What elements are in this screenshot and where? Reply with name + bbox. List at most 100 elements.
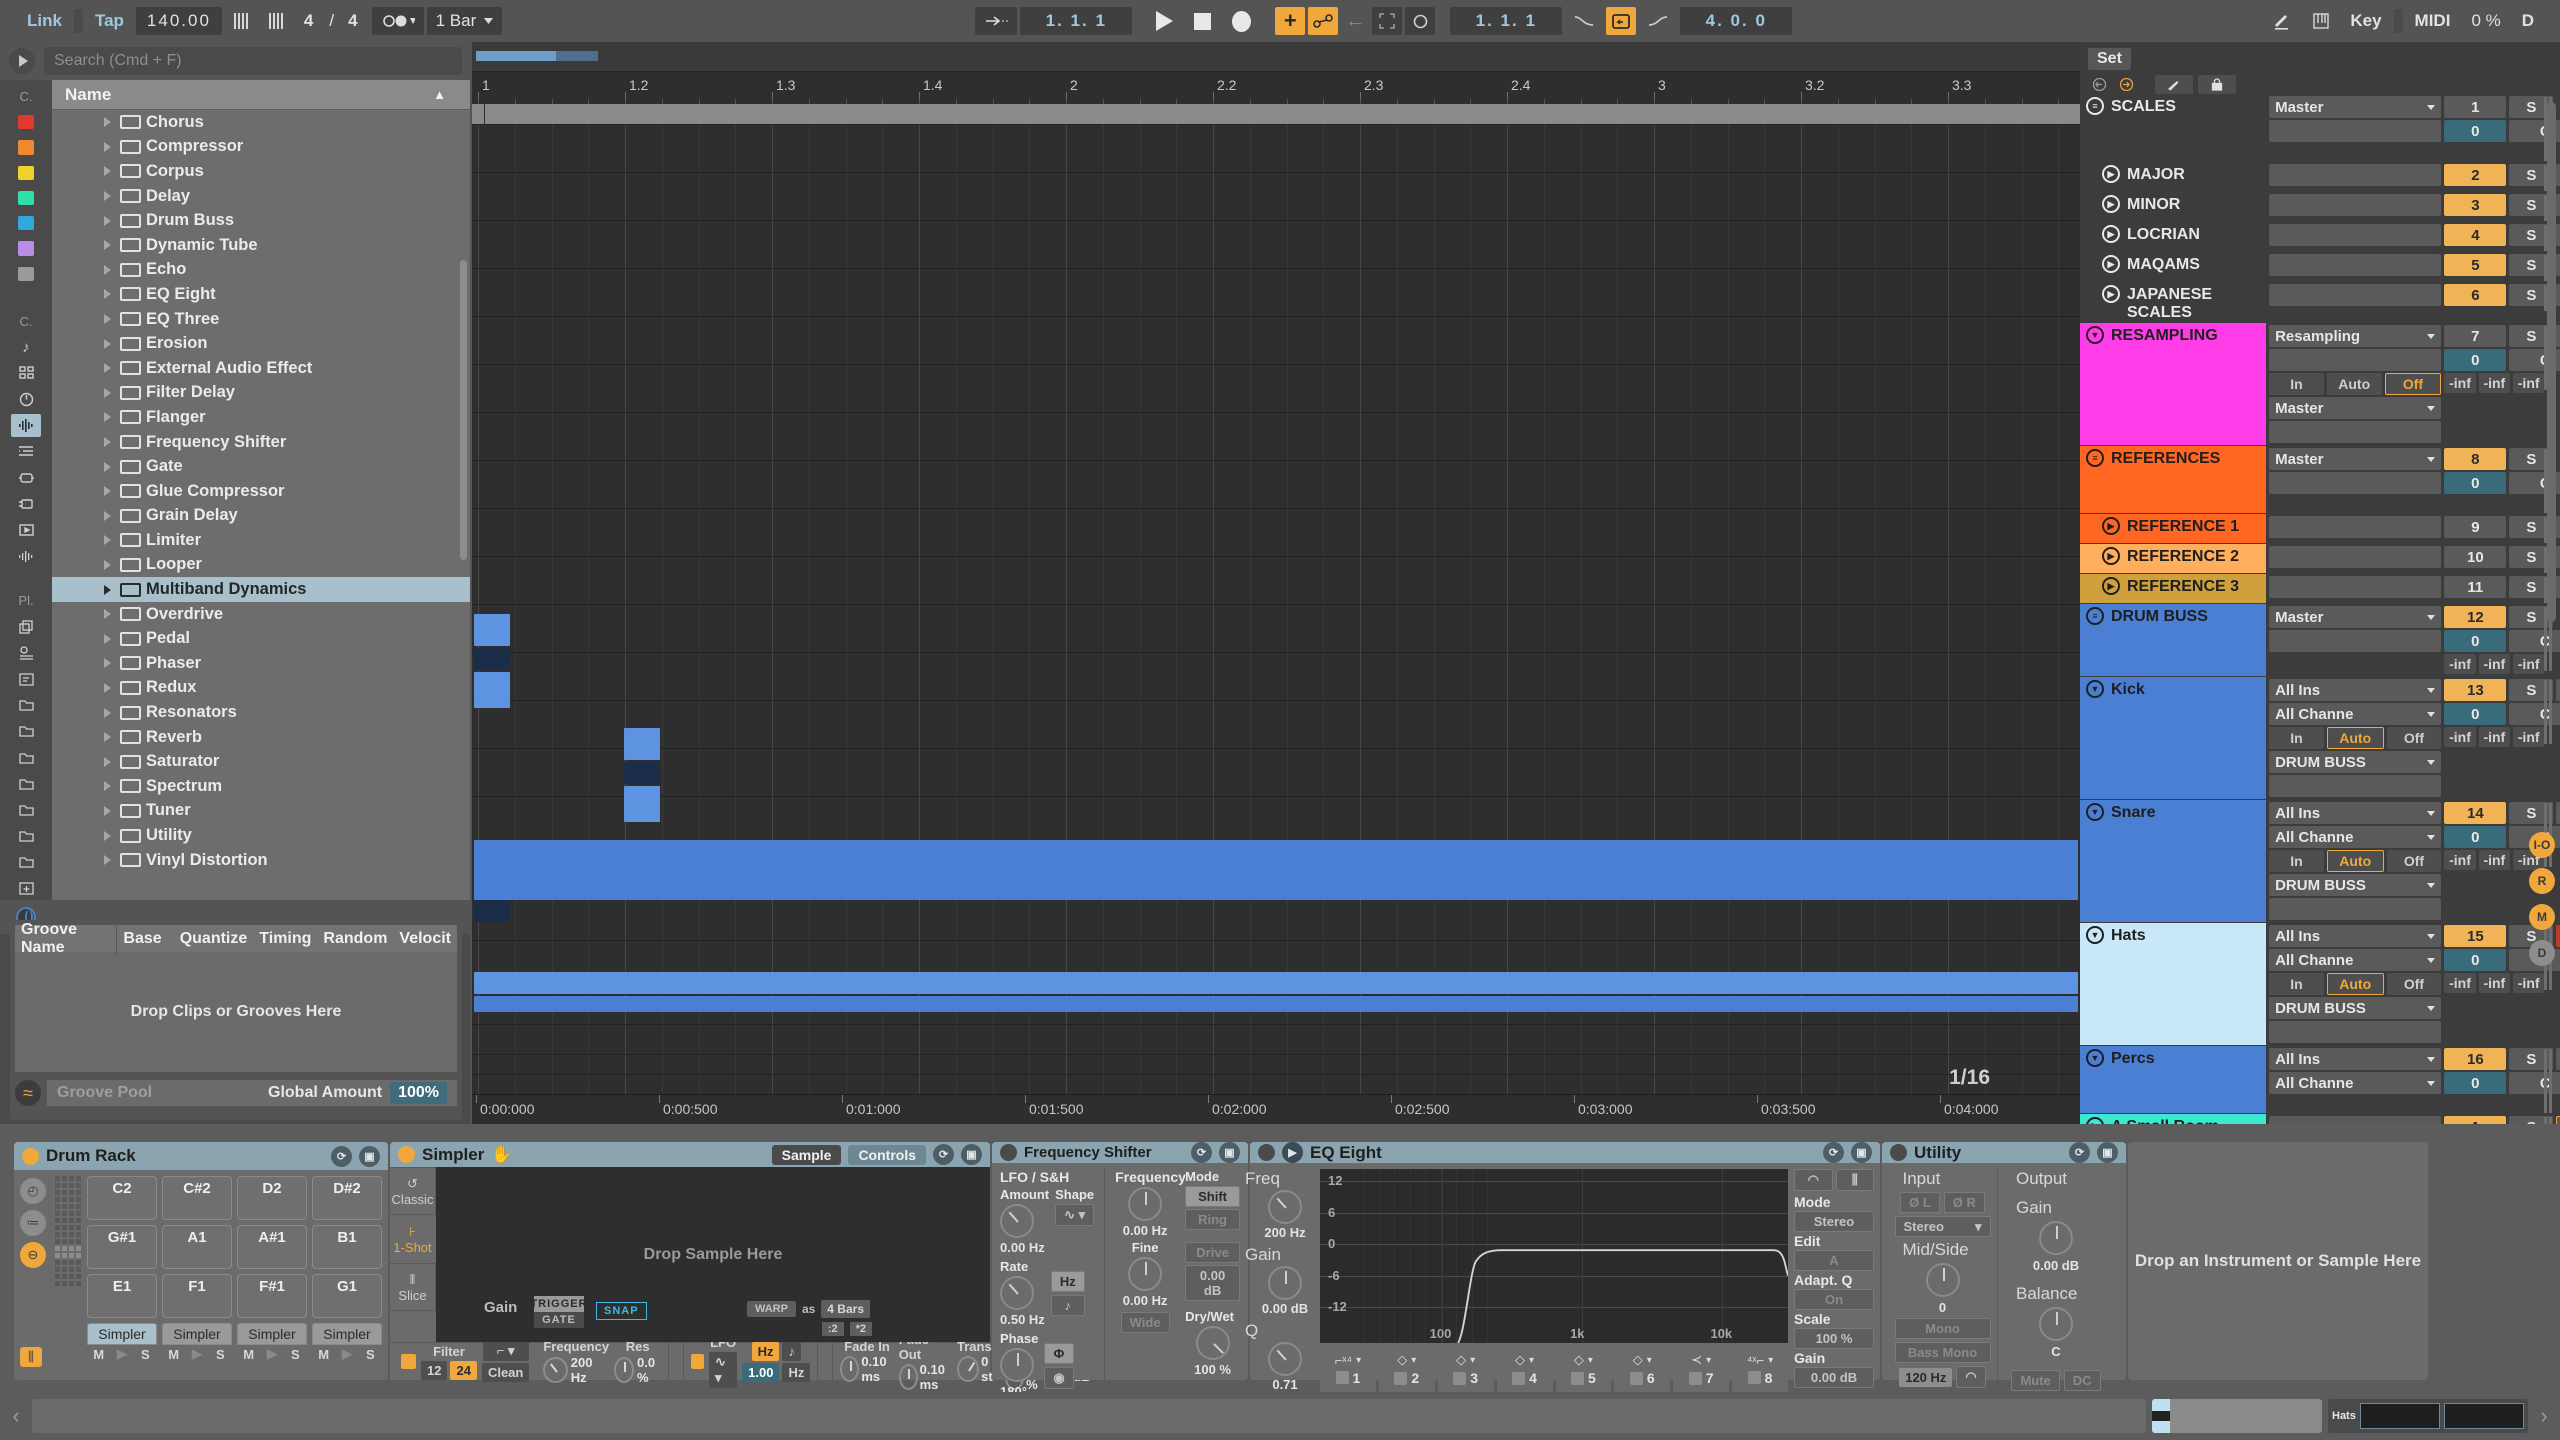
drum-pad[interactable]: C#2	[162, 1176, 232, 1220]
mode-one-shot[interactable]: ⊦ 1-Shot	[390, 1215, 436, 1263]
eq-band-enable[interactable]	[1629, 1371, 1643, 1385]
eq-gain-knob[interactable]	[1268, 1266, 1302, 1300]
input-type-select[interactable]	[2269, 546, 2442, 568]
track-number[interactable]: 5	[2444, 254, 2507, 276]
track-name[interactable]: REFERENCE 2	[2127, 547, 2239, 566]
monitor-auto-button[interactable]: Auto	[2326, 727, 2384, 749]
volume-value[interactable]: 0	[2444, 949, 2507, 971]
arrangement-clip[interactable]	[624, 786, 660, 822]
drum-grid-cell[interactable]	[69, 1274, 74, 1279]
drum-grid-cell[interactable]	[69, 1204, 74, 1209]
expand-arrow-icon[interactable]	[104, 437, 111, 448]
eq-band-enable[interactable]	[1335, 1371, 1349, 1384]
clip-view-thumbnail[interactable]	[2152, 1399, 2322, 1433]
monitor-in-button[interactable]: In	[2269, 373, 2324, 395]
plug-ins-icon[interactable]	[11, 493, 41, 516]
eq-band-enable[interactable]	[1688, 1371, 1702, 1385]
drum-grid-cell[interactable]	[62, 1211, 67, 1216]
drum-grid-cell[interactable]	[76, 1197, 81, 1202]
groove-column-header[interactable]: Base	[117, 930, 173, 948]
headphones-icon[interactable]: ◠	[1794, 1169, 1833, 1191]
track-fold-icon[interactable]: ≡	[2086, 607, 2104, 625]
dc-button[interactable]: DC	[2063, 1370, 2101, 1391]
browser-item[interactable]: Chorus	[52, 110, 470, 135]
browser-item[interactable]: Looper	[52, 553, 470, 578]
send-2-value[interactable]: -inf	[2512, 727, 2545, 747]
drum-grid-cell[interactable]	[55, 1225, 60, 1230]
drum-pad[interactable]: G#1	[87, 1225, 157, 1269]
track-name[interactable]: MAJOR	[2127, 165, 2185, 184]
drum-grid-cell[interactable]	[76, 1190, 81, 1195]
track-fold-icon[interactable]: ▼	[2086, 1049, 2104, 1067]
volume-value[interactable]: 0	[2444, 472, 2507, 494]
drum-grid-cell[interactable]	[55, 1274, 60, 1279]
input-type-select[interactable]: Master	[2269, 448, 2442, 470]
drum-grid-cell[interactable]	[55, 1190, 60, 1195]
session-track-row[interactable]: ▼ Hats All Ins All Channe In Auto Off DRUM BUSS…	[2080, 923, 2560, 1045]
eq-band-enable[interactable]	[1747, 1371, 1761, 1384]
send-2-value[interactable]: -inf	[2512, 373, 2545, 393]
drum-grid-cell[interactable]	[62, 1225, 67, 1230]
input-channel-select[interactable]: All Channe	[2269, 949, 2442, 971]
expand-arrow-icon[interactable]	[104, 707, 111, 718]
chevron-down-icon[interactable]: ▾	[1470, 1355, 1475, 1366]
output-channel-select[interactable]	[2269, 1021, 2442, 1043]
bass-mono-freq[interactable]: 120 Hz	[1899, 1367, 1953, 1387]
monitor-in-button[interactable]: In	[2269, 727, 2324, 749]
automation-arm-icon[interactable]	[1308, 7, 1339, 35]
track-fold-icon[interactable]: ▶	[2102, 517, 2120, 535]
send-1-value[interactable]: -inf	[2478, 850, 2510, 870]
input-type-select[interactable]	[2269, 516, 2442, 538]
play-icon[interactable]: ▶	[1282, 1142, 1303, 1163]
search-input[interactable]: Search (Cmd + F)	[44, 47, 462, 75]
expand-arrow-icon[interactable]	[104, 314, 111, 325]
drum-grid-cell[interactable]	[62, 1190, 67, 1195]
eq-band-enable[interactable]	[1453, 1371, 1467, 1385]
lfo-note-icon[interactable]: ♪	[782, 1341, 801, 1361]
eq-filter-shape-icon[interactable]: ◇	[1456, 1352, 1466, 1368]
eq-band[interactable]: ◇ ▾ 3	[1437, 1346, 1494, 1392]
mute-button[interactable]: Mute	[2011, 1370, 2060, 1391]
loop-icon[interactable]	[1405, 7, 1436, 35]
eq-band-enable[interactable]	[1571, 1371, 1585, 1385]
midi-map-button[interactable]: MIDI	[2406, 7, 2460, 35]
chevron-down-icon[interactable]: ▾	[1411, 1355, 1416, 1366]
mixer-section-toggle-io[interactable]: I-O	[2529, 832, 2555, 858]
device-activator-icon[interactable]	[1000, 1144, 1017, 1161]
monitor-blank[interactable]	[2269, 630, 2442, 652]
drum-grid-cell[interactable]	[69, 1197, 74, 1202]
session-track-row[interactable]: ≡ REFERENCES Master8S0C	[2080, 446, 2560, 513]
pencil-icon[interactable]	[2265, 7, 2301, 35]
expand-arrow-icon[interactable]	[104, 461, 111, 472]
browser-item[interactable]: Spectrum	[52, 774, 470, 799]
drum-grid-cell[interactable]	[62, 1218, 67, 1223]
track-number[interactable]: 13	[2444, 679, 2507, 701]
drum-grid-cell[interactable]	[69, 1260, 74, 1265]
track-number[interactable]: 4	[2444, 224, 2507, 246]
drum-grid-cell[interactable]	[76, 1232, 81, 1237]
track-number[interactable]: 8	[2444, 448, 2507, 470]
drum-grid-cell[interactable]	[69, 1218, 74, 1223]
drum-grid-cell[interactable]	[62, 1176, 67, 1181]
arrangement-ruler[interactable]: 1 1.2 1.3 1.4 2 2.2 2.3 2.4 3 3.2 3.3	[472, 72, 2080, 104]
wide-button[interactable]: Wide	[1120, 1312, 1170, 1333]
loop-toggle-icon[interactable]	[1606, 7, 1637, 35]
send-1-value[interactable]: -inf	[2478, 727, 2510, 747]
phase-knob[interactable]	[1000, 1348, 1034, 1382]
track-header[interactable]: ▶ REFERENCE 3	[2080, 574, 2267, 603]
drum-grid-cell[interactable]	[62, 1204, 67, 1209]
arrangement-canvas[interactable]	[472, 124, 2080, 1094]
input-channel-select[interactable]: All Channe	[2269, 1072, 2442, 1094]
loop-length-field[interactable]: 4. 0. 0	[1680, 7, 1793, 35]
collection-swatch-purple[interactable]	[18, 241, 34, 256]
drum-chain-name[interactable]: Simpler	[237, 1323, 307, 1345]
track-header[interactable]: ▶ JAPANESE SCALES	[2080, 282, 2267, 322]
browser-scrollbar[interactable]	[460, 260, 467, 560]
volume-value[interactable]: 0	[2444, 703, 2507, 725]
device-activator-icon[interactable]	[398, 1146, 415, 1164]
link-button[interactable]: Link	[18, 7, 71, 35]
track-fold-icon[interactable]: ▶	[2102, 577, 2120, 595]
send-2-value[interactable]: -inf	[2512, 973, 2545, 993]
sort-arrow-icon[interactable]: ▲	[433, 87, 446, 102]
drum-chain[interactable]: Simpler M ▶ S	[162, 1323, 232, 1367]
